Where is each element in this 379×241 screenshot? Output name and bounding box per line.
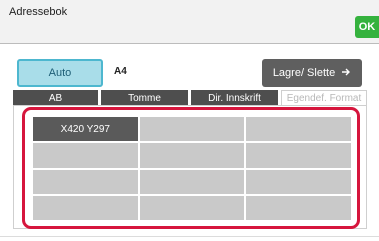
format-cell[interactable]	[139, 169, 245, 194]
tab-bar: AB Tomme Dir. Innskrift Egendef. Format	[13, 90, 367, 105]
format-cell[interactable]	[139, 117, 245, 142]
paper-size-label: A4	[114, 66, 127, 77]
save-delete-button[interactable]: Lagre/ Slette	[262, 59, 362, 87]
format-cell[interactable]	[246, 143, 351, 168]
window-title: Adressebok	[9, 6, 68, 18]
tab-egendef-format[interactable]: Egendef. Format	[281, 90, 367, 105]
format-cell[interactable]	[139, 143, 245, 168]
format-cell[interactable]	[139, 195, 245, 220]
format-cell[interactable]	[33, 195, 138, 220]
format-cell[interactable]	[246, 195, 351, 220]
ok-button[interactable]: OK	[355, 16, 379, 38]
auto-button[interactable]: Auto	[17, 59, 103, 87]
title-bar: Adressebok OK	[0, 0, 379, 44]
arrow-right-icon	[341, 67, 351, 80]
tab-ab[interactable]: AB	[13, 90, 98, 105]
format-cell[interactable]	[246, 117, 351, 142]
bottom-divider	[0, 236, 379, 237]
format-cell[interactable]	[33, 143, 138, 168]
format-grid: X420 Y297	[33, 117, 351, 220]
tab-tomme[interactable]: Tomme	[101, 90, 188, 105]
save-delete-label: Lagre/ Slette	[272, 67, 336, 79]
format-cell[interactable]	[33, 169, 138, 194]
format-cell[interactable]: X420 Y297	[33, 117, 138, 142]
tab-dir-innskrift[interactable]: Dir. Innskrift	[191, 90, 278, 105]
format-cell[interactable]	[246, 169, 351, 194]
